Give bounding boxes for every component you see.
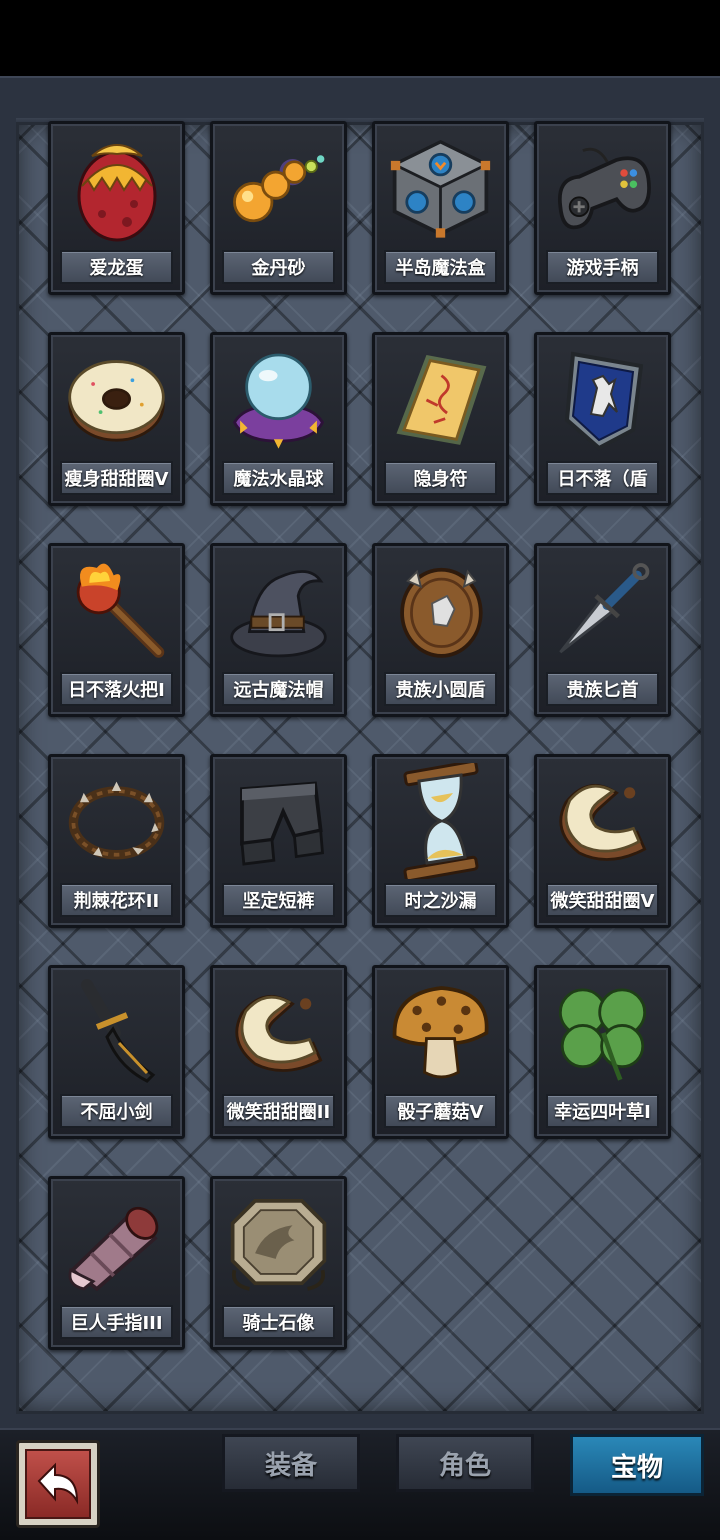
item-label: 贵族匕首 (546, 672, 659, 706)
item-label: 微笑甜甜圈II (222, 1094, 335, 1128)
item-card[interactable]: 荆棘花环II (48, 754, 185, 928)
item-label: 魔法水晶球 (222, 461, 335, 495)
bitten-donut-icon (551, 765, 654, 877)
thorn-wreath-icon (65, 765, 168, 877)
lion-shield-icon (551, 343, 654, 455)
item-card[interactable]: 魔法水晶球 (210, 332, 347, 506)
item-label: 金丹砂 (222, 250, 335, 284)
dragon-egg-icon (65, 132, 168, 244)
item-label: 贵族小圆盾 (384, 672, 497, 706)
item-card[interactable]: 日不落火把I (48, 543, 185, 717)
item-label: 爱龙蛋 (60, 250, 173, 284)
talisman-icon (389, 343, 492, 455)
knight-statue-icon (227, 1187, 330, 1299)
gamepad-icon (551, 132, 654, 244)
giant-finger-icon (65, 1187, 168, 1299)
item-card[interactable]: 远古魔法帽 (210, 543, 347, 717)
dagger-icon (551, 554, 654, 666)
status-bar (0, 0, 720, 76)
item-card[interactable]: 不屈小剑 (48, 965, 185, 1139)
item-label: 瘦身甜甜圈V (60, 461, 173, 495)
item-card[interactable]: 微笑甜甜圈V (534, 754, 671, 928)
tab-equipment[interactable]: 装备 (222, 1434, 360, 1492)
item-label: 隐身符 (384, 461, 497, 495)
hourglass-icon (389, 763, 492, 879)
four-leaf-clover-icon (551, 976, 654, 1088)
item-card[interactable]: 贵族小圆盾 (372, 543, 509, 717)
item-card[interactable]: 贵族匕首 (534, 543, 671, 717)
armored-shorts-icon (227, 765, 330, 877)
item-label: 半岛魔法盒 (384, 250, 497, 284)
tab-treasure[interactable]: 宝物 (570, 1434, 704, 1496)
item-label: 荆棘花环II (60, 883, 173, 917)
item-card[interactable]: 瘦身甜甜圈V (48, 332, 185, 506)
item-label: 日不落火把I (60, 672, 173, 706)
crystal-ball-icon (227, 343, 330, 455)
item-card[interactable]: 金丹砂 (210, 121, 347, 295)
magic-cube-icon (389, 132, 492, 244)
round-shield-icon (389, 554, 492, 666)
golden-pills-icon (227, 132, 330, 244)
item-label: 巨人手指III (60, 1305, 173, 1339)
torch-icon (65, 554, 168, 666)
item-card[interactable]: 微笑甜甜圈II (210, 965, 347, 1139)
dice-mushroom-icon (389, 976, 492, 1088)
bitten-donut-icon (227, 976, 330, 1088)
item-card[interactable]: 骑士石像 (210, 1176, 347, 1350)
item-label: 骰子蘑菇V (384, 1094, 497, 1128)
item-label: 远古魔法帽 (222, 672, 335, 706)
item-label: 不屈小剑 (60, 1094, 173, 1128)
item-card[interactable]: 幸运四叶草I (534, 965, 671, 1139)
item-card[interactable]: 游戏手柄 (534, 121, 671, 295)
item-card[interactable]: 半岛魔法盒 (372, 121, 509, 295)
item-card[interactable]: 日不落（盾 (534, 332, 671, 506)
wizard-hat-icon (227, 554, 330, 666)
donut-icon (65, 343, 168, 455)
item-card[interactable]: 时之沙漏 (372, 754, 509, 928)
item-label: 日不落（盾 (546, 461, 659, 495)
item-card[interactable]: 骰子蘑菇V (372, 965, 509, 1139)
treasure-grid: 爱龙蛋 金丹砂 半岛魔法盒 游戏手柄 瘦身甜甜圈V 魔法水晶球 隐身符 日不落（… (48, 121, 671, 1350)
short-sword-icon (65, 976, 168, 1088)
item-card[interactable]: 巨人手指III (48, 1176, 185, 1350)
back-button[interactable] (16, 1440, 100, 1528)
return-arrow-icon (25, 1449, 91, 1519)
item-label: 游戏手柄 (546, 250, 659, 284)
item-card[interactable]: 爱龙蛋 (48, 121, 185, 295)
item-label: 坚定短裤 (222, 883, 335, 917)
item-label: 时之沙漏 (384, 883, 497, 917)
item-label: 微笑甜甜圈V (546, 883, 659, 917)
item-card[interactable]: 隐身符 (372, 332, 509, 506)
item-label: 幸运四叶草I (546, 1094, 659, 1128)
item-card[interactable]: 坚定短裤 (210, 754, 347, 928)
tab-character[interactable]: 角色 (396, 1434, 534, 1492)
item-label: 骑士石像 (222, 1305, 335, 1339)
